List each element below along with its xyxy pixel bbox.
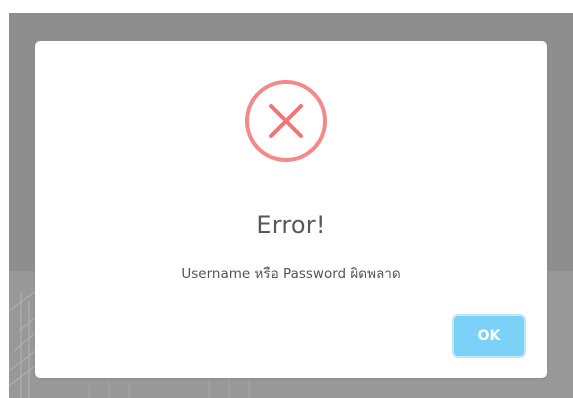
page-frame: Error! Username หรือ Password ผิดพลาด OK	[0, 0, 573, 398]
ok-button[interactable]: OK	[452, 314, 526, 358]
dialog-message: Username หรือ Password ผิดพลาด	[181, 266, 401, 282]
error-dialog: Error! Username หรือ Password ผิดพลาด OK	[35, 41, 547, 378]
dialog-title: Error!	[256, 211, 326, 239]
error-x-circle-icon	[245, 80, 327, 162]
